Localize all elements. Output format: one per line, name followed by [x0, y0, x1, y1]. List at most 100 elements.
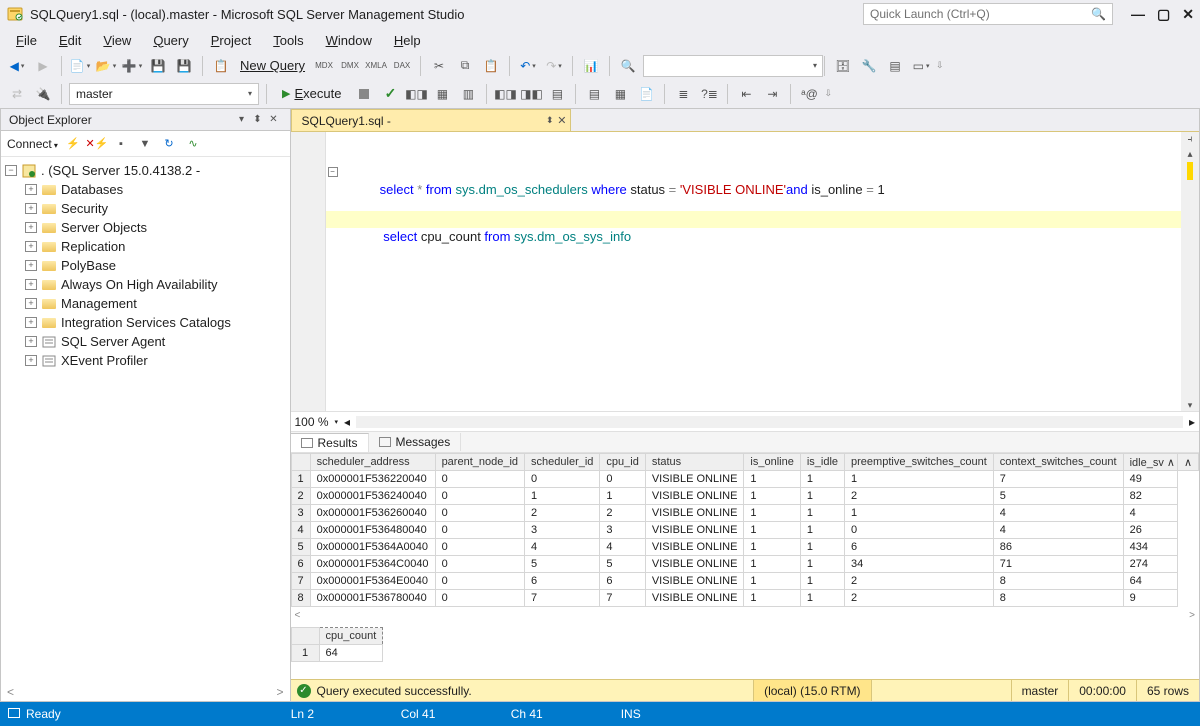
tree-node[interactable]: +PolyBase	[1, 256, 290, 275]
tree-node[interactable]: +SQL Server Agent	[1, 332, 290, 351]
grid-col-header[interactable]: parent_node_id	[435, 454, 524, 471]
panel-pin-icon[interactable]: ⬍	[250, 114, 266, 125]
template-icon[interactable]: ▤	[884, 55, 906, 77]
open-icon[interactable]: 📂▾	[95, 55, 117, 77]
intellisense-icon[interactable]: ▥	[457, 83, 479, 105]
paste-icon[interactable]: 📋	[480, 55, 502, 77]
connection-icon[interactable]: 🔌	[32, 83, 54, 105]
object-explorer-scroll[interactable]: <>	[1, 683, 290, 701]
estimated-plan-icon[interactable]: ◧◨	[405, 83, 427, 105]
menu-view[interactable]: View	[93, 31, 141, 50]
find-combo[interactable]	[643, 55, 823, 77]
maximize-button[interactable]: ▢	[1157, 6, 1170, 23]
new-query-button[interactable]: New Query	[240, 58, 305, 73]
results-grid-1[interactable]: scheduler_addressparent_node_idscheduler…	[291, 453, 1200, 607]
grid-col-header[interactable]: status	[645, 454, 744, 471]
menu-edit[interactable]: Edit	[49, 31, 91, 50]
table-row[interactable]: 20x000001F536240040011VISIBLE ONLINE1125…	[291, 488, 1199, 505]
tree-node[interactable]: +Replication	[1, 237, 290, 256]
mdx-icon[interactable]: MDX	[313, 55, 335, 77]
new-project-icon[interactable]: 📄▾	[69, 55, 91, 77]
menu-query[interactable]: Query	[143, 31, 198, 50]
tree-node[interactable]: +Integration Services Catalogs	[1, 313, 290, 332]
table-row[interactable]: 40x000001F536480040033VISIBLE ONLINE1104…	[291, 522, 1199, 539]
close-button[interactable]: ✕	[1182, 6, 1194, 23]
expand-icon[interactable]: +	[25, 260, 37, 271]
activity-icon[interactable]: ∿	[184, 135, 202, 153]
grid-col-header[interactable]: context_switches_count	[993, 454, 1123, 471]
menu-help[interactable]: Help	[384, 31, 431, 50]
scroll-down-icon[interactable]: ▾	[1188, 400, 1193, 411]
dmx-icon[interactable]: DMX	[339, 55, 361, 77]
disconnect-x-icon[interactable]: ✕⚡	[88, 135, 106, 153]
tab-close-icon[interactable]: ✕	[557, 114, 566, 127]
expand-icon[interactable]: +	[25, 279, 37, 290]
filter-icon[interactable]: ▼	[136, 135, 154, 153]
grid-col-header[interactable]: preemptive_switches_count	[845, 454, 994, 471]
results-grid-2[interactable]: cpu_count 164	[291, 627, 384, 662]
panel-dropdown-icon[interactable]: ▾	[234, 114, 250, 125]
table-row[interactable]: 30x000001F536260040022VISIBLE ONLINE1114…	[291, 505, 1199, 522]
stop-button[interactable]	[353, 83, 375, 105]
expand-icon[interactable]: +	[25, 317, 37, 328]
results-to-text-icon[interactable]: ▤	[583, 83, 605, 105]
tab-pin-icon[interactable]: ⬍	[546, 115, 554, 126]
tree-node[interactable]: +XEvent Profiler	[1, 351, 290, 370]
tree-node[interactable]: +Security	[1, 199, 290, 218]
find-icon[interactable]: 🔍	[617, 55, 639, 77]
expand-icon[interactable]: +	[25, 336, 37, 347]
query-options-icon[interactable]: ▦	[431, 83, 453, 105]
quick-launch-input[interactable]: Quick Launch (Ctrl+Q) 🔍	[863, 3, 1113, 25]
nav-forward-button[interactable]: ▶	[32, 55, 54, 77]
indent-icon[interactable]: ⇤	[735, 83, 757, 105]
expand-icon[interactable]: +	[25, 203, 37, 214]
comment-icon[interactable]: ≣	[672, 83, 694, 105]
tools-icon[interactable]: 🔧	[858, 55, 880, 77]
uncomment-icon[interactable]: ?≣	[698, 83, 720, 105]
fold-icon[interactable]: −	[328, 167, 338, 177]
scroll-up-icon[interactable]: ▴	[1187, 149, 1192, 160]
grid-col-header[interactable]: scheduler_id	[525, 454, 600, 471]
disconnect-icon[interactable]: ⚡	[64, 135, 82, 153]
outdent-icon[interactable]: ⇥	[761, 83, 783, 105]
panel-close-icon[interactable]: ✕	[266, 114, 282, 125]
document-tab-sqlquery1[interactable]: SQLQuery1.sql - ⬍ ✕	[291, 109, 571, 131]
grid-col-header[interactable]: scheduler_address	[310, 454, 435, 471]
zoom-dropdown-icon[interactable]: ▾	[335, 418, 339, 426]
tree-node[interactable]: +Server Objects	[1, 218, 290, 237]
redo-icon[interactable]: ↷▾	[543, 55, 565, 77]
tree-node[interactable]: +Databases	[1, 180, 290, 199]
activity-monitor-icon[interactable]: 📊	[580, 55, 602, 77]
editor-body[interactable]: −select * from sys.dm_os_schedulers wher…	[326, 132, 1182, 411]
hscroll-left-icon[interactable]: ◂	[344, 415, 350, 429]
table-row[interactable]: 10x000001F536220040000VISIBLE ONLINE1117…	[291, 471, 1199, 488]
database-combo[interactable]: master ▾	[69, 83, 259, 105]
menu-project[interactable]: Project	[201, 31, 261, 50]
change-connection-icon[interactable]: ⇄	[6, 83, 28, 105]
sql-editor[interactable]: −select * from sys.dm_os_schedulers wher…	[291, 131, 1200, 411]
connect-button[interactable]: Connect	[7, 137, 58, 151]
table-row[interactable]: 70x000001F5364E0040066VISIBLE ONLINE1128…	[291, 573, 1199, 590]
menu-window[interactable]: Window	[316, 31, 382, 50]
specify-values-icon[interactable]: ᵃ@	[798, 83, 820, 105]
undo-icon[interactable]: ↶▾	[517, 55, 539, 77]
expand-icon[interactable]: +	[25, 298, 37, 309]
client-stats-icon[interactable]: ▤	[546, 83, 568, 105]
execute-button[interactable]: ▶ Execute	[274, 83, 349, 105]
results-to-grid-icon[interactable]: ▦	[609, 83, 631, 105]
hscroll-right-icon[interactable]: ▸	[1189, 415, 1195, 429]
expand-icon[interactable]: +	[25, 241, 37, 252]
nav-back-button[interactable]: ◀▾	[6, 55, 28, 77]
editor-scrollbar[interactable]: ⫞ ▴ ▾	[1181, 132, 1199, 411]
grid-col-header[interactable]: is_idle	[800, 454, 844, 471]
grid-hscroll[interactable]: <>	[291, 607, 1200, 623]
xmla-icon[interactable]: XMLA	[365, 55, 387, 77]
parse-button[interactable]: ✓	[379, 83, 401, 105]
add-icon[interactable]: ➕▾	[121, 55, 143, 77]
collapse-icon[interactable]: −	[5, 165, 17, 176]
tab-messages[interactable]: Messages	[369, 433, 462, 451]
table-row[interactable]: 50x000001F5364A0040044VISIBLE ONLINE1168…	[291, 539, 1199, 556]
tree-node[interactable]: +Management	[1, 294, 290, 313]
save-all-icon[interactable]: 💾	[173, 55, 195, 77]
expand-icon[interactable]: +	[25, 222, 37, 233]
